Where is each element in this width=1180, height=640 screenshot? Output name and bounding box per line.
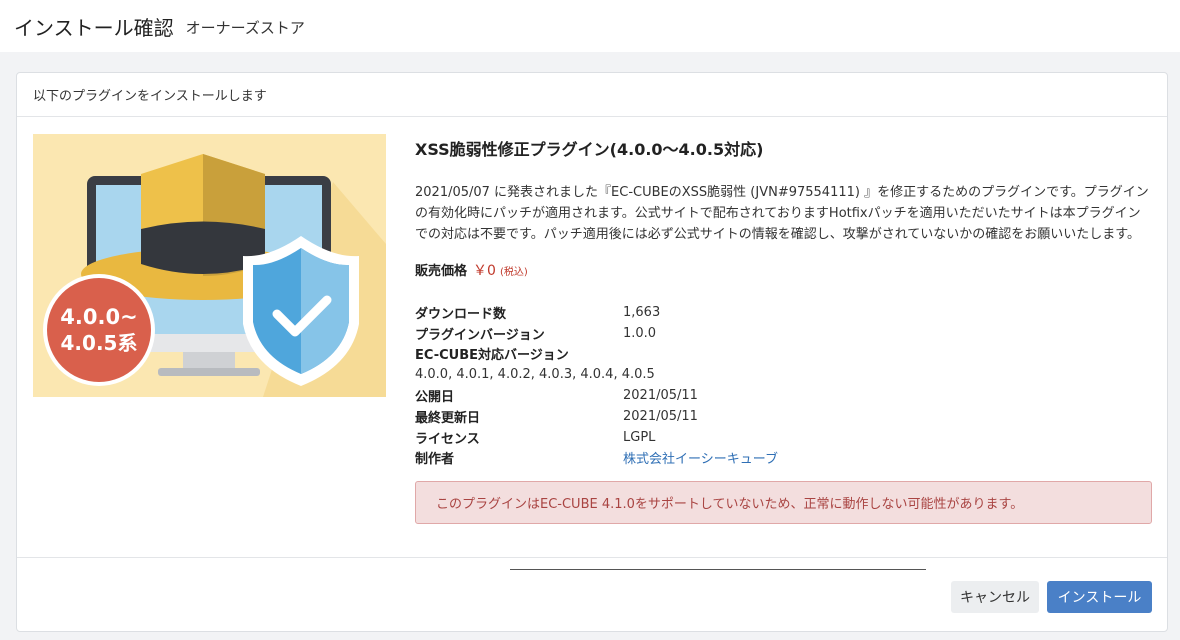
meta-row-published: 公開日 2021/05/11 — [415, 385, 1153, 406]
downloads-value: 1,663 — [623, 304, 661, 320]
price-value: ￥0 — [473, 263, 496, 279]
horizontal-scrollbar[interactable] — [510, 569, 926, 570]
plugin-description: 2021/05/07 に発表されました『EC-CUBEのXSS脆弱性 (JVN#… — [415, 185, 1149, 242]
page-header: インストール確認 オーナーズストア — [0, 0, 1180, 52]
eccube-versions-value: 4.0.0, 4.0.1, 4.0.2, 4.0.3, 4.0.4, 4.0.5 — [415, 367, 655, 383]
updated-value: 2021/05/11 — [623, 408, 698, 424]
install-button[interactable]: インストール — [1047, 581, 1152, 613]
eccube-versions-label: EC-CUBE対応バージョン — [415, 348, 569, 364]
version-value: 1.0.0 — [623, 325, 657, 341]
page-title: インストール確認 — [14, 15, 174, 40]
install-card: 以下のプラグインをインストールします 4.0.0~ 4.0.5系 XSS脆弱性修… — [16, 72, 1168, 632]
cancel-button[interactable]: キャンセル — [951, 581, 1039, 613]
published-label: 公開日 — [415, 390, 455, 406]
author-link[interactable]: 株式会社イーシーキューブ — [623, 448, 778, 467]
plugin-illustration: 4.0.0~ 4.0.5系 — [33, 134, 386, 397]
meta-row-downloads: ダウンロード数 1,663 — [415, 302, 1153, 323]
warning-alert: このプラグインはEC-CUBE 4.1.0をサポートしていないため、正常に動作し… — [415, 481, 1152, 524]
license-value: LGPL — [623, 429, 656, 445]
badge-line2: 4.0.5系 — [61, 331, 138, 355]
badge-line1: 4.0.0~ — [60, 305, 137, 329]
price-tax: (税込) — [499, 267, 528, 278]
license-label: ライセンス — [415, 431, 480, 447]
meta-row-license: ライセンス LGPL — [415, 427, 1153, 448]
meta-row-eccube-label: EC-CUBE対応バージョン — [415, 344, 1153, 365]
price-row: 販売価格 ￥0 (税込) — [415, 260, 1153, 280]
meta-row-author: 制作者 株式会社イーシーキューブ — [415, 448, 1153, 469]
updated-label: 最終更新日 — [415, 410, 481, 426]
version-label: プラグインバージョン — [415, 327, 545, 343]
author-label: 制作者 — [415, 452, 455, 468]
price-label: 販売価格 — [415, 264, 468, 279]
published-value: 2021/05/11 — [623, 388, 698, 404]
meta-row-version: プラグインバージョン 1.0.0 — [415, 323, 1153, 344]
plugin-title: XSS脆弱性修正プラグイン(4.0.0〜4.0.5対応) — [415, 140, 764, 159]
footer-divider — [17, 557, 1167, 558]
downloads-label: ダウンロード数 — [415, 306, 507, 322]
plugin-detail: XSS脆弱性修正プラグイン(4.0.0〜4.0.5対応) 2021/05/07 … — [415, 133, 1153, 468]
card-heading: 以下のプラグインをインストールします — [17, 73, 1167, 117]
meta-row-updated: 最終更新日 2021/05/11 — [415, 406, 1153, 427]
plugin-meta: ダウンロード数 1,663 プラグインバージョン 1.0.0 EC-CUBE対応… — [415, 302, 1153, 468]
page-subtitle: オーナーズストア — [185, 19, 305, 37]
plugin-image: 4.0.0~ 4.0.5系 — [33, 134, 386, 397]
